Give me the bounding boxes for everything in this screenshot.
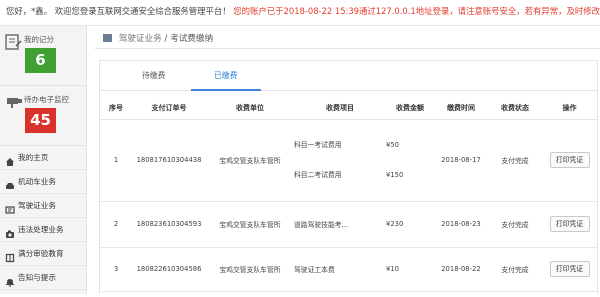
payment-tabs: 待缴费 已缴费 [100, 61, 597, 91]
menu-item-label: 机动车业务 [18, 177, 56, 186]
print-receipt-button[interactable]: 打印凭证 [549, 261, 590, 277]
menu-item-label: 满分审验教育 [18, 249, 64, 258]
print-receipt-button[interactable]: 打印凭证 [549, 152, 590, 168]
row-amount-1: ¥230 [386, 201, 434, 248]
table-row: 1 180817610304438 宝鸡交管支队车管所 科目一考试费用 科目二考… [100, 119, 597, 202]
row-status: 支付完成 [488, 247, 542, 292]
score-icon [5, 34, 23, 50]
menu-item-notice[interactable]: 告知与提示 [0, 266, 86, 290]
menu-item-label: 违法处理业务 [18, 225, 64, 234]
camera-icon [5, 225, 15, 238]
menu-item-license[interactable]: 驾驶证业务 [0, 194, 86, 218]
top-notice-bar: 您好，*鑫。 欢迎您登录互联网交通安全综合服务管理平台！ 您的账户已于2018-… [0, 0, 600, 26]
row-amount-1: ¥50 [386, 141, 399, 149]
print-receipt-button[interactable]: 打印凭证 [549, 216, 590, 232]
payment-panel: 待缴费 已缴费 序号 支付订单号 收费单位 收费项目 收费金额 缴费时间 收费状… [99, 60, 598, 294]
col-header-no: 序号 [100, 97, 132, 120]
row-item-1: 科目一考试费用 [294, 141, 342, 149]
greeting-text: 您好，*鑫。 欢迎您登录互联网交通安全综合服务管理平台！ [6, 6, 231, 16]
row-item-1: 道路驾驶技能考... [294, 201, 386, 248]
active-tab-indicator [191, 89, 261, 91]
row-unit: 宝鸡交管支队车管所 [206, 119, 294, 202]
table-row: 3 180822610304586 宝鸡交管支队车管所 驾驶证工本费 ¥10 2… [100, 247, 597, 292]
row-items: 科目一考试费用 科目二考试费用 [294, 119, 386, 202]
col-header-order: 支付订单号 [132, 97, 206, 120]
monitor-label: 待办电子监控 [24, 95, 69, 104]
col-header-status: 收费状态 [488, 97, 542, 120]
license-icon [5, 201, 15, 214]
monitor-camera-icon [5, 94, 23, 110]
row-unit: 宝鸡交管支队车管所 [206, 201, 294, 248]
monitor-badge[interactable]: 45 [25, 108, 56, 133]
row-item-2: 科目二考试费用 [294, 171, 342, 179]
row-amount-1: ¥10 [386, 247, 434, 292]
breadcrumb-icon [103, 34, 112, 42]
menu-item-vehicle[interactable]: 机动车业务 [0, 170, 86, 194]
home-icon [5, 153, 15, 166]
row-action: 打印凭证 [542, 201, 597, 248]
row-status: 支付完成 [488, 201, 542, 248]
col-header-unit: 收费单位 [206, 97, 294, 120]
row-amounts: ¥50 ¥150 [386, 119, 434, 202]
row-item-1: 驾驶证工本费 [294, 247, 386, 292]
payment-table: 序号 支付订单号 收费单位 收费项目 收费金额 缴费时间 收费状态 操作 1 1… [100, 97, 597, 292]
car-icon [5, 177, 15, 189]
main-content: 驾驶证业务 / 考试费缴纳 待缴费 已缴费 序号 支付订单号 收费单位 收费项目… [95, 26, 600, 294]
score-badge[interactable]: 6 [25, 48, 56, 73]
row-time: 2018-08-22 [434, 247, 488, 292]
row-order: 180822610304586 [132, 247, 206, 292]
menu-item-violation[interactable]: 违法处理业务 [0, 218, 86, 242]
menu-item-label: 我的主页 [18, 153, 49, 162]
menu-item-label: 告知与提示 [18, 273, 56, 282]
bell-icon [5, 273, 15, 287]
monitor-block[interactable]: 待办电子监控 45 [0, 86, 86, 146]
score-label: 我的记分 [24, 35, 54, 44]
col-header-item: 收费项目 [294, 97, 386, 120]
row-action: 打印凭证 [542, 247, 597, 292]
row-no: 3 [100, 247, 132, 292]
sidebar: 我的记分 6 待办电子监控 45 我的主页 机动车业务 驾驶证业务 违法处理业务 [0, 26, 87, 294]
row-time: 2018-08-23 [434, 201, 488, 248]
breadcrumb: 驾驶证业务 / 考试费缴纳 [103, 32, 213, 44]
row-action: 打印凭证 [542, 119, 597, 202]
col-header-amount: 收费金额 [386, 97, 434, 120]
table-header-row: 序号 支付订单号 收费单位 收费项目 收费金额 缴费时间 收费状态 操作 [100, 97, 597, 120]
score-block[interactable]: 我的记分 6 [0, 26, 86, 86]
menu-item-label: 驾驶证业务 [18, 201, 56, 210]
row-time: 2018-08-17 [434, 119, 488, 202]
row-order: 180823610304593 [132, 201, 206, 248]
col-header-time: 缴费时间 [434, 97, 488, 120]
breadcrumb-separator: / [164, 34, 168, 44]
table-row: 2 180823610304593 宝鸡交管支队车管所 道路驾驶技能考... ¥… [100, 201, 597, 248]
row-order: 180817610304438 [132, 119, 206, 202]
menu-item-home[interactable]: 我的主页 [0, 146, 86, 170]
row-status: 支付完成 [488, 119, 542, 202]
row-amount-2: ¥150 [386, 171, 404, 179]
row-no: 1 [100, 119, 132, 202]
breadcrumb-divider [95, 48, 600, 49]
menu-item-education[interactable]: 满分审验教育 [0, 242, 86, 266]
col-header-action: 操作 [542, 97, 597, 120]
tab-paid[interactable]: 已缴费 [214, 70, 237, 81]
row-no: 2 [100, 201, 132, 248]
tab-unpaid[interactable]: 待缴费 [142, 70, 165, 81]
login-warning-text: 您的账户已于2018-08-22 15:39通过127.0.0.1地址登录，请注… [233, 6, 600, 16]
breadcrumb-section[interactable]: 驾驶证业务 [119, 34, 162, 44]
row-unit: 宝鸡交管支队车管所 [206, 247, 294, 292]
breadcrumb-current: 考试费缴纳 [170, 34, 214, 44]
book-icon [5, 249, 15, 263]
